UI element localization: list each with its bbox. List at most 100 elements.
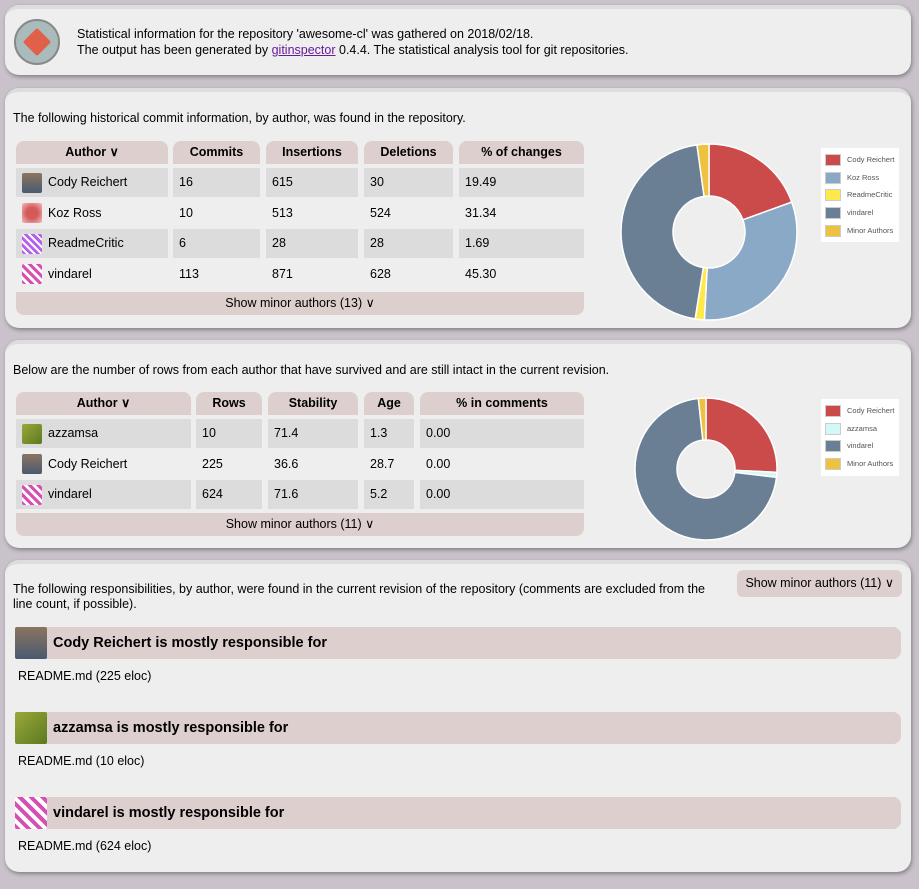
cell-text: 16: [179, 175, 193, 189]
legend-label: azzamsa: [847, 423, 878, 433]
gitinspector-logo-icon: [14, 19, 60, 65]
avatar: [15, 797, 47, 829]
history-intro: The following historical commit informat…: [13, 111, 466, 125]
table-cell: 71.6: [268, 480, 358, 509]
cell-text: 1.3: [370, 426, 388, 440]
cell-text: 36.6: [274, 456, 299, 471]
cell-text: 624: [202, 487, 223, 501]
cell-text: 28: [370, 236, 384, 250]
show-minor-authors-button[interactable]: Show minor authors (11) ∨: [737, 570, 902, 597]
table-cell: 871: [266, 259, 358, 289]
table-cell: 513: [266, 198, 358, 228]
table-cell: 30: [364, 168, 453, 197]
table-cell: 0.00: [420, 419, 584, 448]
column-header[interactable]: Author ∨: [16, 141, 168, 164]
cell-text: 615: [272, 175, 293, 189]
column-header[interactable]: Author ∨: [16, 392, 191, 415]
legend-item: azzamsa: [825, 420, 895, 438]
column-header[interactable]: % of changes: [459, 141, 584, 164]
header-line-1: Statistical information for the reposito…: [77, 27, 534, 41]
table-cell: 28.7: [364, 449, 414, 479]
cell-text: 0.00: [426, 456, 451, 471]
table-cell: 1.69: [459, 229, 584, 258]
column-header[interactable]: Age: [364, 392, 414, 415]
history-pie-chart: [620, 143, 798, 321]
blame-legend: Cody Reichert azzamsa vindarel Minor Author…: [821, 399, 899, 476]
table-cell: 19.49: [459, 168, 584, 197]
avatar: [15, 712, 47, 744]
cell-text: Koz Ross: [48, 205, 102, 220]
legend-item: Minor Authors: [825, 455, 895, 473]
responsibility-file: README.md (225 eloc): [18, 669, 152, 683]
responsibility-file: README.md (624 eloc): [18, 839, 152, 853]
legend-swatch: [825, 189, 841, 202]
column-header[interactable]: Deletions: [364, 141, 453, 164]
table-cell: 71.4: [268, 419, 358, 448]
legend-swatch: [825, 440, 841, 453]
table-cell: 10: [173, 198, 260, 228]
legend-swatch: [825, 171, 841, 184]
table-cell: Cody Reichert: [16, 449, 191, 479]
responsibilities-intro: The following responsibilities, by autho…: [13, 582, 706, 611]
cell-text: 6: [179, 236, 186, 250]
cell-text: Cody Reichert: [48, 456, 128, 471]
avatar: [22, 172, 42, 193]
cell-text: vindarel: [48, 266, 92, 281]
cell-text: ReadmeCritic: [48, 236, 124, 250]
gitinspector-link[interactable]: gitinspector: [272, 43, 336, 57]
legend-swatch: [825, 458, 841, 471]
table-cell: 16: [173, 168, 260, 197]
table-cell: 1.3: [364, 419, 414, 448]
avatar: [22, 423, 42, 444]
cell-text: 28.7: [370, 456, 395, 471]
history-panel: The following historical commit informat…: [5, 88, 911, 328]
legend-swatch: [825, 207, 841, 220]
responsibility-file: README.md (10 eloc): [18, 754, 145, 768]
column-header[interactable]: Insertions: [266, 141, 358, 164]
table-cell: 28: [266, 229, 358, 258]
avatar: [22, 264, 42, 285]
legend-label: vindarel: [847, 441, 874, 451]
table-cell: 524: [364, 198, 453, 228]
pie-slice-cody-reichert: [705, 397, 778, 474]
cell-text: 10: [179, 205, 193, 220]
cell-text: 45.30: [465, 266, 497, 281]
table-cell: vindarel: [16, 480, 191, 509]
table-cell: Koz Ross: [16, 198, 168, 228]
table-cell: azzamsa: [16, 419, 191, 448]
table-cell: 31.34: [459, 198, 584, 228]
column-header[interactable]: Stability: [268, 392, 358, 415]
table-cell: 628: [364, 259, 453, 289]
legend-label: vindarel: [847, 208, 874, 218]
cell-text: 225: [202, 456, 223, 471]
blame-pie-chart: [634, 397, 778, 541]
legend-label: Minor Authors: [847, 225, 894, 235]
table-cell: 28: [364, 229, 453, 258]
legend-label: Cody Reichert: [847, 155, 895, 164]
responsibility-header: vindarel is mostly responsible for: [15, 797, 901, 829]
cell-text: 30: [370, 175, 384, 189]
cell-text: 113: [179, 266, 199, 281]
table-cell: 5.2: [364, 480, 414, 509]
header-text: 0.4.4. The statistical analysis tool for…: [335, 43, 629, 57]
legend-swatch: [825, 422, 841, 435]
legend-item: ReadmeCritic: [825, 186, 895, 204]
legend-label: Minor Authors: [847, 459, 894, 469]
responsibilities-panel: The following responsibilities, by autho…: [5, 560, 911, 872]
legend-item: Koz Ross: [825, 169, 895, 187]
header-panel: Statistical information for the reposito…: [5, 5, 911, 75]
column-header[interactable]: Rows: [196, 392, 262, 415]
table-cell: 45.30: [459, 259, 584, 289]
column-header[interactable]: Commits: [173, 141, 260, 164]
cell-text: 19.49: [465, 175, 497, 189]
cell-text: 1.69: [465, 236, 490, 250]
cell-text: 524: [370, 205, 391, 220]
show-minor-authors-button[interactable]: Show minor authors (11) ∨: [16, 512, 584, 536]
cell-text: 71.6: [274, 487, 299, 501]
cell-text: vindarel: [48, 487, 92, 501]
show-minor-authors-button[interactable]: Show minor authors (13) ∨: [16, 292, 584, 315]
pie-slice-koz-ross: [703, 201, 798, 321]
column-header[interactable]: % in comments: [420, 392, 584, 415]
table-cell: 113: [173, 259, 260, 289]
table-cell: 0.00: [420, 449, 584, 479]
